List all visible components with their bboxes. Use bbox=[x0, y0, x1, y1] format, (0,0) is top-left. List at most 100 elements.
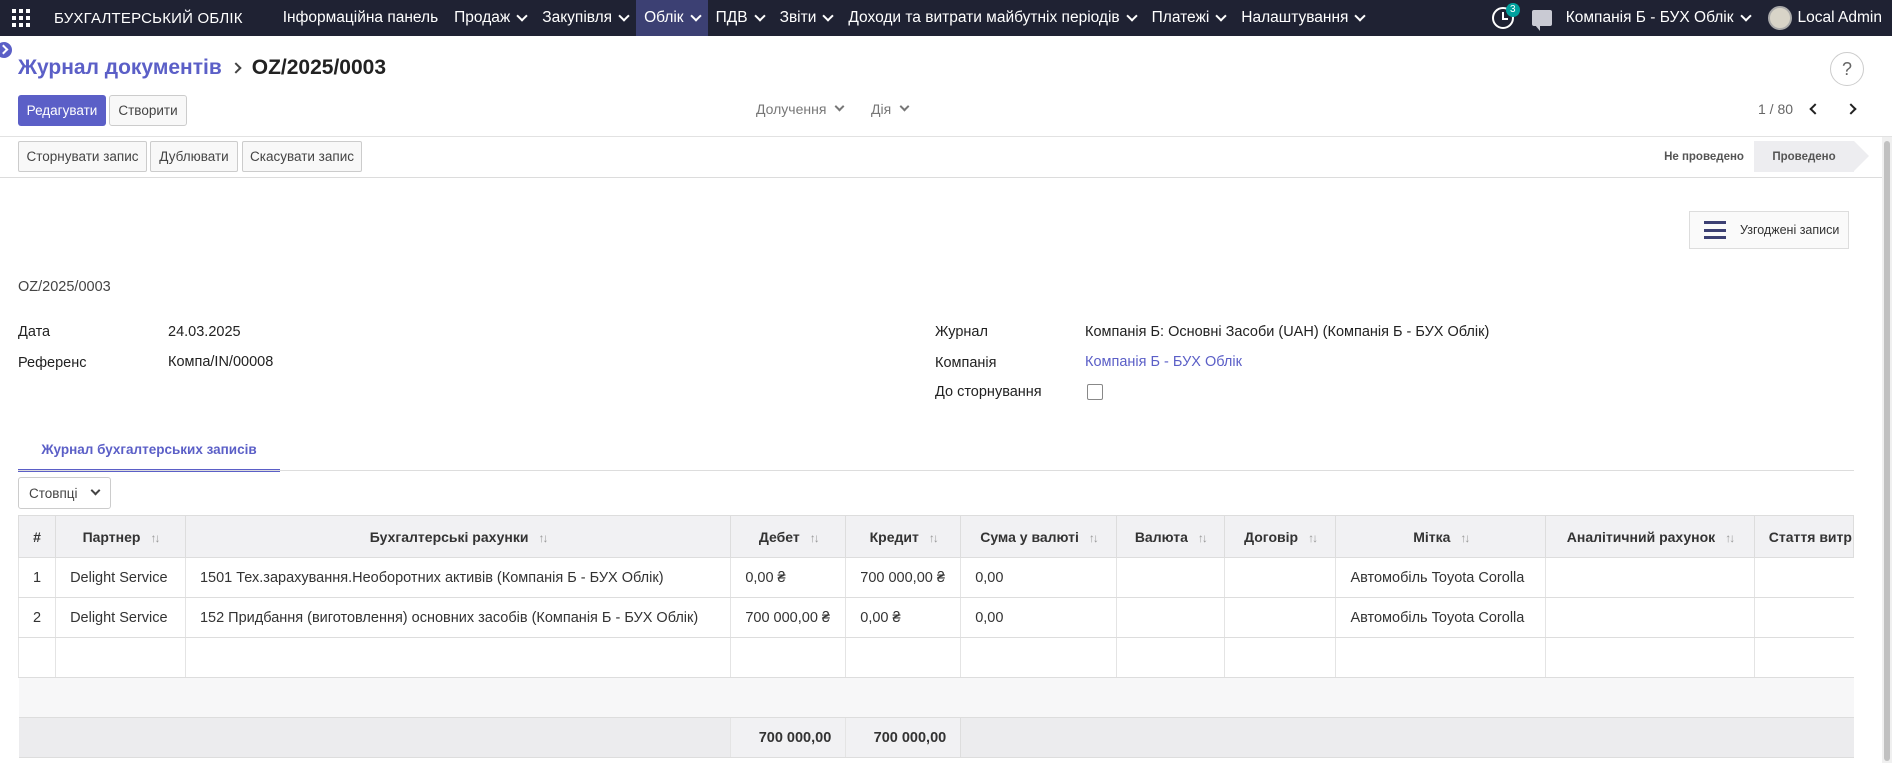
column-header[interactable]: Бухгалтерські рахунки ↑↓ bbox=[184, 515, 732, 558]
sort-icon[interactable]: ↑↓ bbox=[1089, 531, 1099, 545]
chevron-down-icon bbox=[1125, 9, 1138, 22]
breadcrumb-parent-link[interactable]: Журнал документів bbox=[18, 56, 222, 80]
menu-item-5[interactable]: Звіти bbox=[772, 0, 841, 36]
menu-item-0[interactable]: Інформаційна панель bbox=[275, 0, 446, 36]
table-cell bbox=[18, 717, 56, 758]
table-cell bbox=[1223, 557, 1336, 598]
sort-icon[interactable]: ↑↓ bbox=[1725, 531, 1735, 545]
table-cell bbox=[1335, 717, 1546, 758]
tab-journal-items[interactable]: Журнал бухгалтерських записів bbox=[18, 430, 280, 472]
menu-item-1[interactable]: Продаж bbox=[446, 0, 534, 36]
sort-icon[interactable]: ↑↓ bbox=[150, 531, 160, 545]
table-row[interactable]: 1 Delight Service 1501 Тех.зарахування.Нео… bbox=[18, 557, 1854, 598]
scrollbar-thumb[interactable] bbox=[1884, 141, 1890, 761]
menu-item-2[interactable]: Закупівля bbox=[534, 0, 636, 36]
menu-item-label: Облік bbox=[644, 9, 684, 26]
table-cell: 152 Придбання (виготовлення) основних за… bbox=[184, 597, 731, 638]
reconciled-entries-button[interactable]: Узгоджені записи bbox=[1689, 211, 1849, 249]
menu-item-6[interactable]: Доходи та витрати майбутніх періодів bbox=[840, 0, 1143, 36]
sort-icon[interactable]: ↑↓ bbox=[810, 531, 820, 545]
pager-next-icon[interactable] bbox=[1845, 103, 1857, 115]
help-button[interactable]: ? bbox=[1830, 52, 1864, 86]
column-header-label: Валюта bbox=[1134, 528, 1188, 545]
apps-menu-icon[interactable] bbox=[0, 0, 42, 36]
reverse-entry-button[interactable]: Сторнувати запис bbox=[18, 141, 147, 172]
table-cell: 1501 Тех.зарахування.Необоротних активів… bbox=[184, 557, 731, 598]
table-cell bbox=[1545, 557, 1755, 598]
menu-item-3[interactable]: Облік bbox=[636, 0, 708, 36]
journal-label: Журнал bbox=[935, 324, 988, 340]
to-reverse-label: До сторнування bbox=[935, 384, 1042, 400]
action-dropdown[interactable]: Дія bbox=[871, 101, 910, 117]
table-cell bbox=[185, 677, 731, 718]
column-header-label: Сума у валюті bbox=[980, 528, 1079, 545]
column-header[interactable]: Договір ↑↓ bbox=[1223, 515, 1337, 558]
menu-item-4[interactable]: ПДВ bbox=[708, 0, 772, 36]
date-label: Дата bbox=[18, 324, 51, 340]
reference-field: Компа/IN/00008 bbox=[168, 354, 274, 370]
sort-icon[interactable]: ↑↓ bbox=[538, 531, 548, 545]
empty-row bbox=[18, 677, 1854, 718]
to-reverse-checkbox[interactable] bbox=[1087, 384, 1103, 400]
table-cell: 0,00 bbox=[960, 597, 1117, 638]
duplicate-button[interactable]: Дублювати bbox=[150, 141, 238, 172]
table-header-row: # Партнер ↑↓ Бухгалтерські рахунки ↑↓ Дебет ↑↓… bbox=[18, 515, 1854, 558]
menu-item-label: Налаштування bbox=[1241, 9, 1349, 26]
create-button[interactable]: Створити bbox=[109, 95, 187, 126]
column-header[interactable]: Аналітичний рахунок ↑↓ bbox=[1545, 515, 1755, 558]
table-cell: 1 bbox=[18, 557, 56, 598]
activity-clock-icon[interactable]: 3 bbox=[1491, 3, 1520, 29]
table-row[interactable]: 2 Delight Service 152 Придбання (виготовле… bbox=[18, 597, 1854, 638]
table-cell bbox=[1335, 677, 1546, 718]
sort-icon[interactable]: ↑↓ bbox=[1308, 531, 1318, 545]
table-cell: Автомобіль Toyota Corolla bbox=[1335, 557, 1546, 598]
divider bbox=[18, 470, 1854, 471]
pager-value[interactable]: 1 / 80 bbox=[1758, 101, 1793, 117]
table-cell: 0,00 bbox=[960, 557, 1117, 598]
table-cell: 700 000,00 ₴ bbox=[845, 557, 961, 598]
sort-icon[interactable]: ↑↓ bbox=[1460, 531, 1470, 545]
pager-previous-icon[interactable] bbox=[1809, 103, 1821, 115]
menu-item-label: Доходи та витрати майбутніх періодів bbox=[848, 9, 1120, 26]
list-icon bbox=[1704, 221, 1726, 239]
cancel-entry-button[interactable]: Скасувати запис bbox=[242, 141, 362, 172]
attachments-dropdown[interactable]: Долучення bbox=[756, 101, 845, 117]
user-menu[interactable]: Local Admin bbox=[1767, 6, 1882, 30]
menu-item-7[interactable]: Платежі bbox=[1144, 0, 1234, 36]
table-cell bbox=[1754, 717, 1854, 758]
sort-icon[interactable]: ↑↓ bbox=[929, 531, 939, 545]
table-cell bbox=[1545, 717, 1755, 758]
entry-name: OZ/2025/0003 bbox=[18, 279, 111, 295]
table-cell: 0,00 ₴ bbox=[845, 597, 961, 638]
table-cell bbox=[1224, 677, 1336, 718]
column-header[interactable]: Валюта ↑↓ bbox=[1115, 515, 1225, 558]
messages-icon[interactable] bbox=[1531, 10, 1552, 31]
column-header[interactable]: Партнер ↑↓ bbox=[55, 515, 186, 558]
company-link[interactable]: Компанія Б - БУХ Облік bbox=[1085, 354, 1242, 370]
column-header[interactable]: Мітка ↑↓ bbox=[1335, 515, 1547, 558]
sort-icon[interactable]: ↑↓ bbox=[1198, 531, 1208, 545]
table-cell: 2 bbox=[18, 597, 56, 638]
column-header[interactable]: Дебет ↑↓ bbox=[730, 515, 847, 558]
table-cell bbox=[1753, 557, 1854, 598]
menu-item-8[interactable]: Налаштування bbox=[1233, 0, 1372, 36]
sidebar-toggle-icon[interactable] bbox=[0, 42, 12, 58]
table-cell bbox=[1545, 677, 1755, 718]
company-switcher[interactable]: Компанія Б - БУХ Облік bbox=[1566, 9, 1752, 27]
stage-posted: Проведено bbox=[1754, 141, 1869, 172]
table-cell: Автомобіль Toyota Corolla bbox=[1335, 597, 1546, 638]
column-header[interactable]: Стаття витр bbox=[1753, 515, 1854, 558]
table-cell bbox=[1753, 597, 1854, 638]
vertical-scrollbar[interactable] bbox=[1882, 137, 1892, 763]
columns-button-label: Стовпці bbox=[29, 485, 78, 501]
app-brand[interactable]: БУХГАЛТЕРСЬКИЙ ОБЛІК bbox=[54, 10, 243, 27]
menu-item-label: Інформаційна панель bbox=[282, 9, 439, 26]
table-cell bbox=[55, 677, 186, 718]
column-header[interactable]: Сума у валюті ↑↓ bbox=[960, 515, 1117, 558]
columns-button[interactable]: Стовпці bbox=[18, 477, 111, 509]
table-cell bbox=[55, 637, 186, 678]
column-header[interactable]: # bbox=[18, 515, 57, 558]
edit-button[interactable]: Редагувати bbox=[18, 95, 106, 126]
table-cell bbox=[1115, 557, 1225, 598]
column-header[interactable]: Кредит ↑↓ bbox=[845, 515, 962, 558]
